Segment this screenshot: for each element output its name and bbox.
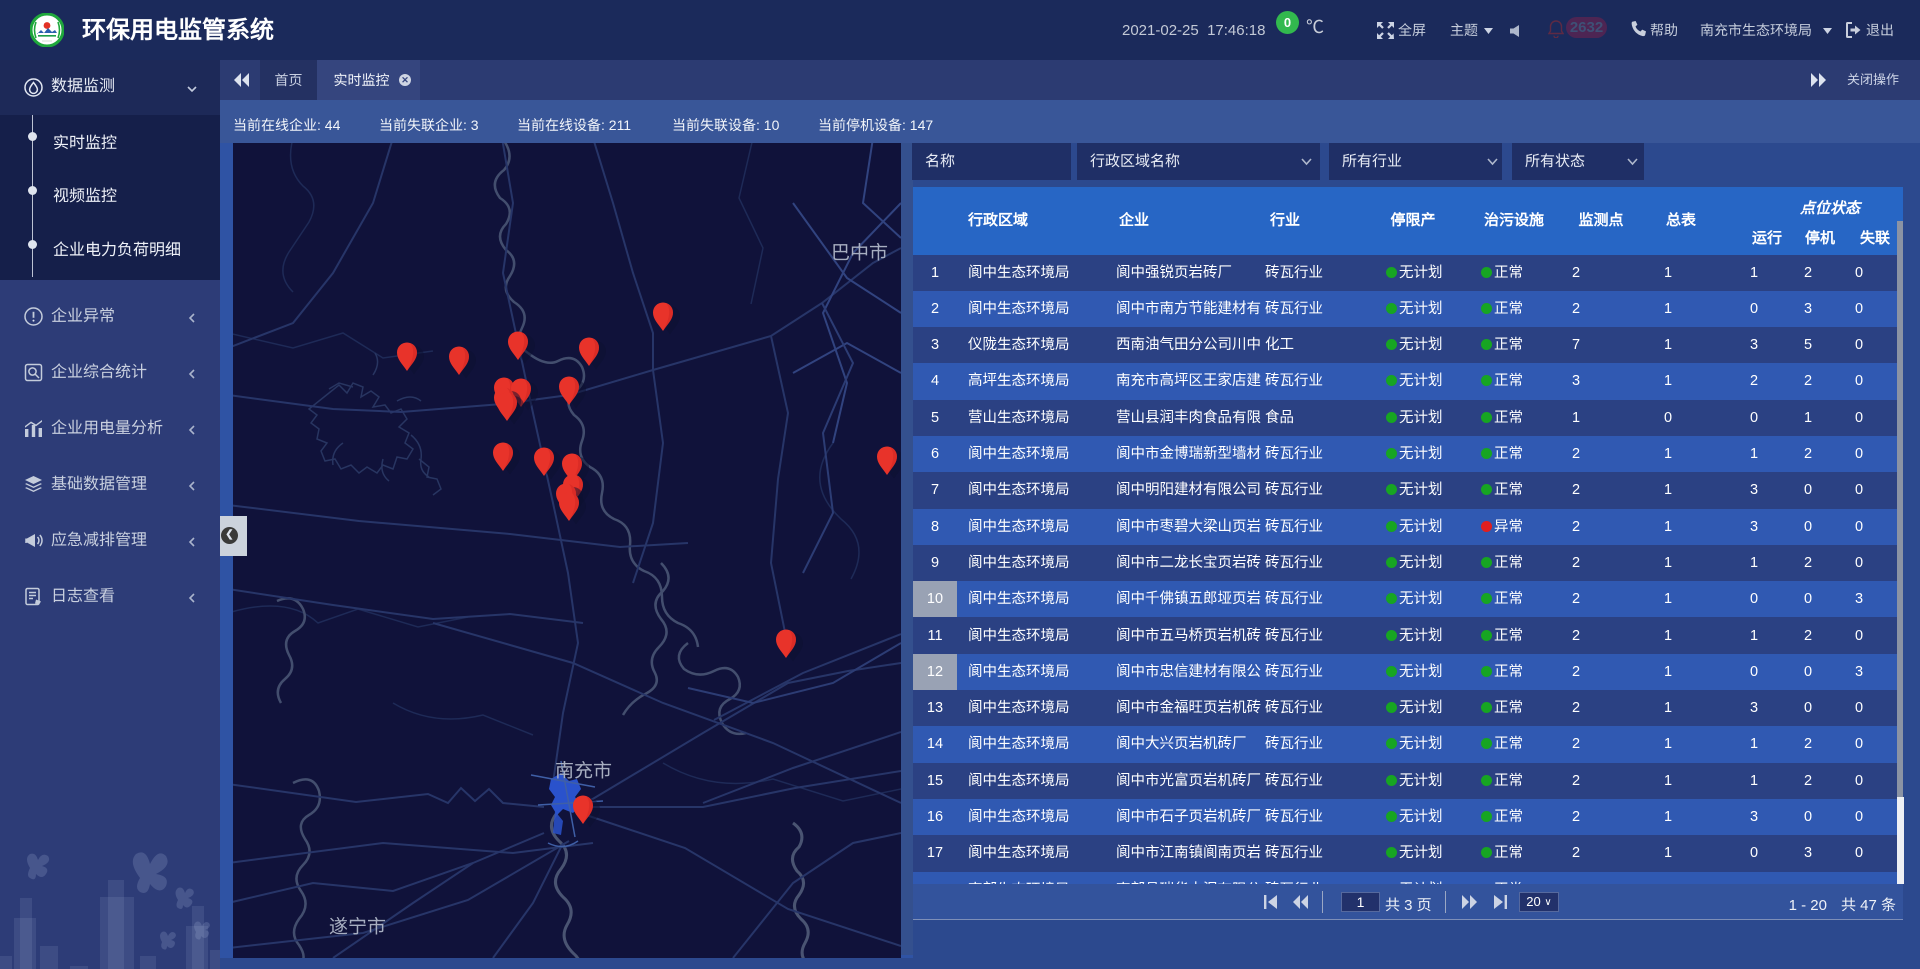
svg-text:遂宁市: 遂宁市	[329, 916, 386, 938]
svg-text:巴中市: 巴中市	[831, 242, 888, 264]
svg-text:南充市: 南充市	[555, 760, 612, 782]
